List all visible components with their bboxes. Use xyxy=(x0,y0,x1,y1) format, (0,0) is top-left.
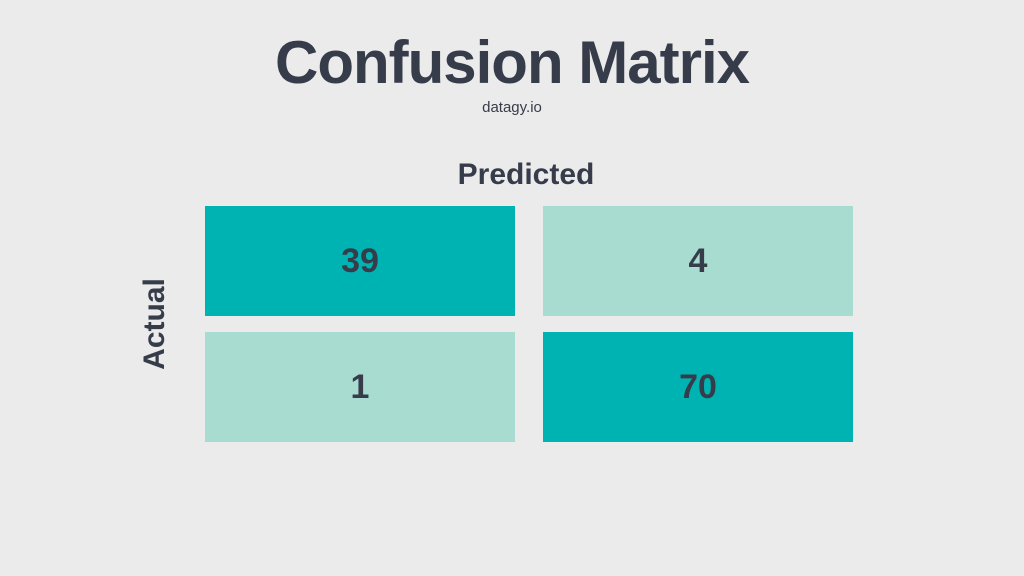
matrix-grid: 39 4 1 70 xyxy=(205,206,853,442)
x-axis-label: Predicted xyxy=(458,158,595,192)
page-subtitle: datagy.io xyxy=(482,99,542,116)
confusion-matrix: Actual 39 4 1 70 xyxy=(135,206,853,442)
page-title: Confusion Matrix xyxy=(275,28,749,97)
cell-false-negative: 4 xyxy=(543,206,853,316)
cell-true-negative: 70 xyxy=(543,332,853,442)
cell-true-positive: 39 xyxy=(205,206,515,316)
cell-false-positive: 1 xyxy=(205,332,515,442)
y-axis-label: Actual xyxy=(138,304,172,344)
